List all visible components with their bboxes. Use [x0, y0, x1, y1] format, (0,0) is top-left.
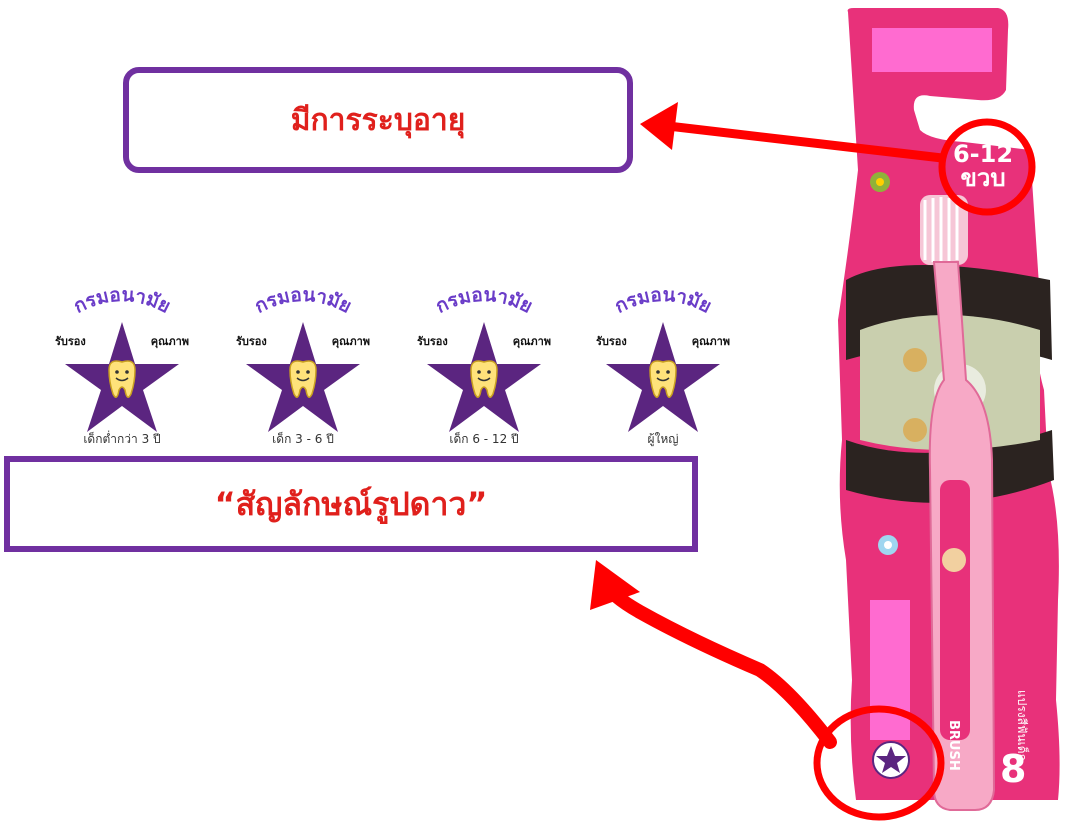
badge-arc-text: กรมอนามัย: [432, 286, 536, 318]
callout-age-indication: มีการระบุอายุ: [123, 67, 633, 173]
badge-left-text: รับรอง: [596, 335, 627, 348]
badge-right-text: คุณภาพ: [150, 335, 189, 348]
badge-left-text: รับรอง: [55, 335, 86, 348]
health-dept-star-badge: กรมอนามัยรับรอง คุณภาพเด็ก 3 - 6 ปี: [228, 286, 378, 456]
label-patch-bottom: [870, 600, 910, 740]
badge-right-text: คุณภาพ: [512, 335, 551, 348]
callout-age-text: มีการระบุอายุ: [290, 102, 466, 138]
age-range: 6-12: [952, 140, 1014, 168]
svg-text:กรมอนามัย: กรมอนามัย: [251, 286, 355, 318]
label-patch-top: [872, 28, 992, 72]
health-dept-star-badge: กรมอนามัยรับรอง คุณภาพผู้ใหญ่: [588, 286, 738, 456]
badge-right-text: คุณภาพ: [331, 335, 370, 348]
svg-text:กรมอนามัย: กรมอนามัย: [432, 286, 536, 318]
health-dept-star-badge: กรมอนามัยรับรอง คุณภาพเด็กต่ำกว่า 3 ปี: [47, 286, 197, 456]
age-unit: ขวบ: [960, 164, 1006, 192]
badge-right-text: คุณภาพ: [691, 335, 730, 348]
badge-arc-text: กรมอนามัย: [70, 286, 174, 318]
svg-text:กรมอนามัย: กรมอนามัย: [611, 286, 715, 318]
badge-arc-text: กรมอนามัย: [611, 286, 715, 318]
callout-star-text: “สัญลักษณ์รูปดาว”: [214, 484, 488, 523]
callout-star-symbol: “สัญลักษณ์รูปดาว”: [4, 456, 698, 552]
badge-caption: ผู้ใหญ่: [647, 432, 679, 446]
brand-text: BRUSH: [946, 720, 961, 771]
badge-arc-text: กรมอนามัย: [251, 286, 355, 318]
age-label: 6-12 ขวบ: [940, 142, 1026, 190]
svg-text:กรมอนามัย: กรมอนามัย: [70, 286, 174, 318]
health-dept-star-badge: กรมอนามัยรับรอง คุณภาพเด็ก 6 - 12 ปี: [409, 286, 559, 456]
badge-caption: เด็ก 3 - 6 ปี: [272, 432, 334, 446]
badge-left-text: รับรอง: [236, 335, 267, 348]
big-digit: 8: [1000, 747, 1026, 791]
badge-caption: เด็กต่ำกว่า 3 ปี: [83, 432, 161, 446]
badge-caption: เด็ก 6 - 12 ปี: [449, 432, 519, 446]
badge-left-text: รับรอง: [417, 335, 448, 348]
